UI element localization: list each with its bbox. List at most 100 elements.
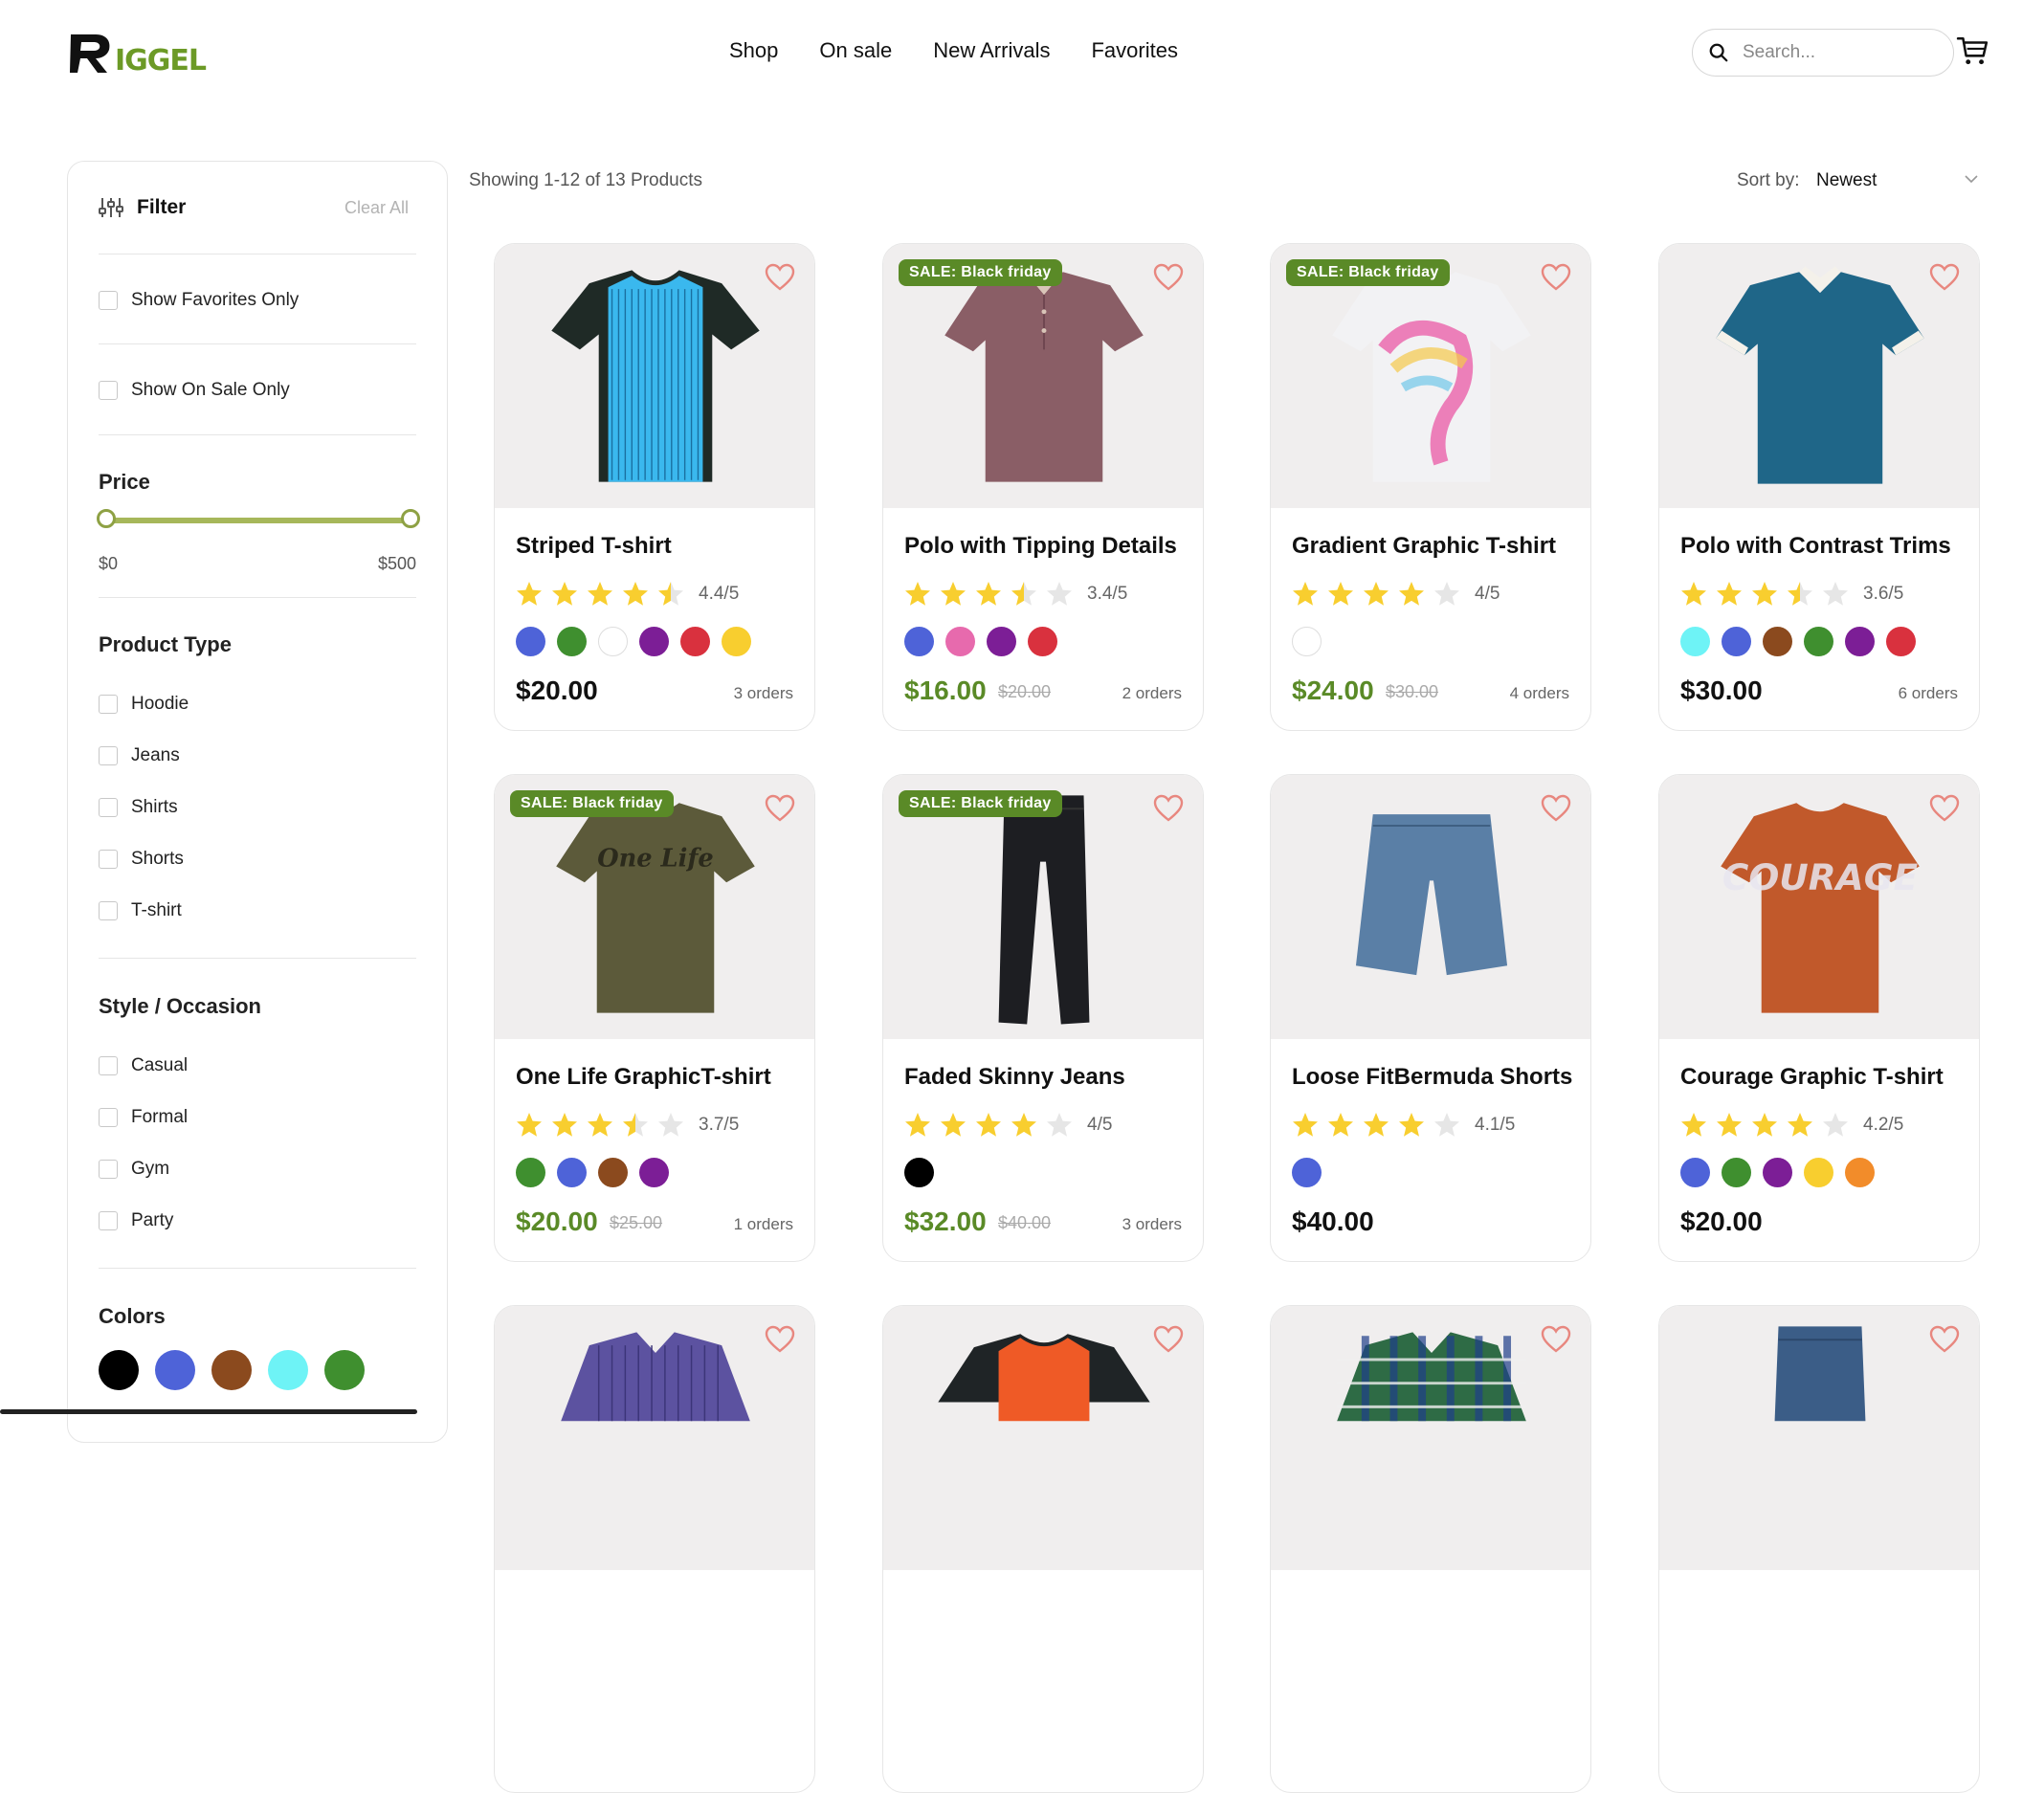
product-type-t-shirt[interactable]: T-shirt — [99, 900, 182, 921]
product-type-shirts[interactable]: Shirts — [99, 797, 178, 818]
product-name[interactable]: Striped T-shirt — [516, 533, 672, 560]
style-checkbox[interactable] — [99, 1160, 118, 1179]
heart-icon[interactable] — [765, 794, 795, 823]
heart-icon[interactable] — [1541, 794, 1571, 823]
product-name[interactable]: Courage Graphic T-shirt — [1680, 1064, 1944, 1091]
color-swatch-blue[interactable] — [155, 1350, 195, 1390]
horizontal-scrollbar[interactable] — [0, 1409, 417, 1414]
price-slider-max-handle[interactable] — [401, 509, 420, 528]
product-card[interactable] — [1658, 1305, 1980, 1793]
color-option[interactable] — [1763, 1158, 1792, 1187]
color-option[interactable] — [1680, 1158, 1710, 1187]
color-option[interactable] — [1845, 627, 1875, 656]
riggel-logo[interactable]: IGGEL — [67, 29, 220, 77]
color-swatch-brown[interactable] — [211, 1350, 252, 1390]
style-checkbox[interactable] — [99, 1056, 118, 1075]
product-card[interactable] — [1270, 1305, 1591, 1793]
color-option[interactable] — [1292, 627, 1322, 656]
style-formal[interactable]: Formal — [99, 1107, 188, 1128]
color-option[interactable] — [639, 1158, 669, 1187]
heart-icon[interactable] — [765, 263, 795, 292]
sort-dropdown[interactable]: Newest — [1816, 170, 1877, 191]
color-option[interactable] — [1680, 627, 1710, 656]
color-option[interactable] — [557, 627, 587, 656]
heart-icon[interactable] — [1153, 1325, 1184, 1354]
product-name[interactable]: Loose FitBermuda Shorts — [1292, 1064, 1572, 1091]
style-gym[interactable]: Gym — [99, 1159, 169, 1180]
search-input[interactable] — [1743, 42, 1934, 63]
price-slider-min-handle[interactable] — [97, 509, 116, 528]
heart-icon[interactable] — [1929, 794, 1960, 823]
product-card[interactable]: COURAGE Courage Graphic T-shirt 4.2/5 $20… — [1658, 774, 1980, 1262]
show-on-sale-checkbox[interactable] — [99, 381, 118, 400]
color-option[interactable] — [598, 1158, 628, 1187]
color-option[interactable] — [945, 627, 975, 656]
color-option[interactable] — [1292, 1158, 1322, 1187]
show-favorites-checkbox[interactable] — [99, 291, 118, 310]
product-card[interactable] — [882, 1305, 1204, 1793]
color-option[interactable] — [904, 1158, 934, 1187]
color-swatch-cyan[interactable] — [268, 1350, 308, 1390]
style-party[interactable]: Party — [99, 1210, 173, 1231]
nav-favorites[interactable]: Favorites — [1091, 38, 1177, 63]
clear-all-button[interactable]: Clear All — [344, 198, 409, 218]
color-option[interactable] — [680, 627, 710, 656]
color-option[interactable] — [557, 1158, 587, 1187]
color-option[interactable] — [1845, 1158, 1875, 1187]
product-name[interactable]: Gradient Graphic T-shirt — [1292, 533, 1556, 560]
price-slider-track[interactable] — [104, 518, 411, 523]
color-option[interactable] — [1804, 627, 1833, 656]
color-option[interactable] — [1804, 1158, 1833, 1187]
product-card[interactable]: SALE: Black friday Polo with Tipping Det… — [882, 243, 1204, 731]
show-favorites-filter[interactable]: Show Favorites Only — [99, 290, 299, 311]
nav-shop[interactable]: Shop — [729, 38, 778, 63]
color-option[interactable] — [1886, 627, 1916, 656]
product-name[interactable]: Polo with Contrast Trims — [1680, 533, 1951, 560]
color-option[interactable] — [516, 627, 545, 656]
product-type-jeans[interactable]: Jeans — [99, 745, 180, 766]
product-card[interactable]: Polo with Contrast Trims 3.6/5 $30.00 6 or… — [1658, 243, 1980, 731]
color-option[interactable] — [1722, 1158, 1751, 1187]
product-type-shorts[interactable]: Shorts — [99, 849, 184, 870]
color-option[interactable] — [722, 627, 751, 656]
color-option[interactable] — [598, 627, 628, 656]
heart-icon[interactable] — [1929, 263, 1960, 292]
heart-icon[interactable] — [1153, 794, 1184, 823]
nav-on-sale[interactable]: On sale — [819, 38, 892, 63]
color-swatch-green[interactable] — [324, 1350, 365, 1390]
product-type-checkbox[interactable] — [99, 901, 118, 920]
color-option[interactable] — [516, 1158, 545, 1187]
product-card[interactable]: Striped T-shirt 4.4/5 $20.00 3 orders — [494, 243, 815, 731]
color-option[interactable] — [639, 627, 669, 656]
product-type-checkbox[interactable] — [99, 695, 118, 714]
product-name[interactable]: One Life GraphicT-shirt — [516, 1064, 771, 1091]
product-card[interactable]: SALE: Black friday Faded Skinny Jeans 4/… — [882, 774, 1204, 1262]
product-card[interactable]: Loose FitBermuda Shorts 4.1/5 $40.00 — [1270, 774, 1591, 1262]
color-option[interactable] — [904, 627, 934, 656]
product-name[interactable]: Faded Skinny Jeans — [904, 1064, 1125, 1091]
heart-icon[interactable] — [1153, 263, 1184, 292]
heart-icon[interactable] — [1541, 1325, 1571, 1354]
product-type-checkbox[interactable] — [99, 746, 118, 765]
product-type-checkbox[interactable] — [99, 850, 118, 869]
color-option[interactable] — [1028, 627, 1057, 656]
product-card[interactable]: One Life SALE: Black friday One Life Gra… — [494, 774, 815, 1262]
chevron-down-icon[interactable] — [1964, 172, 1979, 186]
color-swatch-black[interactable] — [99, 1350, 139, 1390]
heart-icon[interactable] — [765, 1325, 795, 1354]
heart-icon[interactable] — [1929, 1325, 1960, 1354]
cart-icon[interactable] — [1956, 34, 1988, 67]
product-type-checkbox[interactable] — [99, 798, 118, 817]
style-checkbox[interactable] — [99, 1211, 118, 1230]
style-checkbox[interactable] — [99, 1108, 118, 1127]
color-option[interactable] — [1722, 627, 1751, 656]
show-on-sale-filter[interactable]: Show On Sale Only — [99, 380, 290, 401]
search-box[interactable] — [1692, 29, 1954, 77]
product-type-hoodie[interactable]: Hoodie — [99, 694, 189, 715]
product-card[interactable]: SALE: Black friday Gradient Graphic T-sh… — [1270, 243, 1591, 731]
product-card[interactable] — [494, 1305, 815, 1793]
nav-new-arrivals[interactable]: New Arrivals — [933, 38, 1050, 63]
color-option[interactable] — [1763, 627, 1792, 656]
style-casual[interactable]: Casual — [99, 1055, 188, 1076]
color-option[interactable] — [987, 627, 1016, 656]
